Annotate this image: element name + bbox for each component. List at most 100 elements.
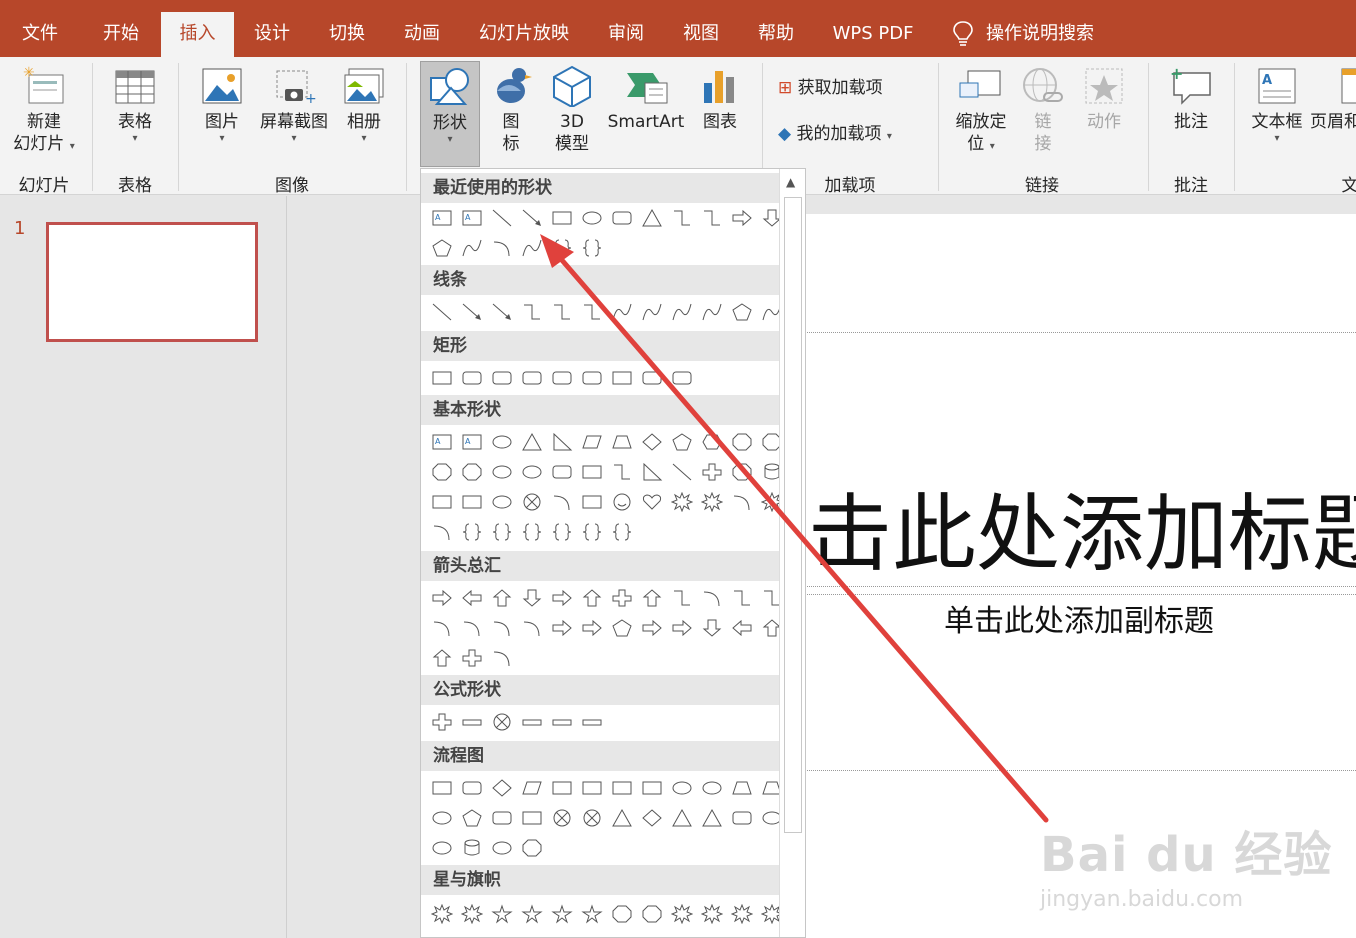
action-button[interactable]: 动作 [1076, 65, 1132, 133]
get-addins-button[interactable]: ⊞ 获取加载项 [778, 77, 928, 99]
shape-arc-icon[interactable] [461, 618, 483, 638]
shape-brace-icon[interactable] [551, 522, 573, 542]
shape-trap-icon[interactable] [611, 432, 633, 452]
shape-brace-icon[interactable] [491, 522, 513, 542]
shape-rarrow-icon[interactable] [551, 618, 573, 638]
shape-rrect-icon[interactable] [731, 808, 753, 828]
shape-rect-icon[interactable] [431, 368, 453, 388]
shape-oval-icon[interactable] [701, 778, 723, 798]
shape-elbow-icon[interactable] [581, 302, 603, 322]
shape-oct-icon[interactable] [641, 904, 663, 924]
shape-rarrow-icon[interactable] [431, 588, 453, 608]
shape-para-icon[interactable] [581, 432, 603, 452]
shape-rarrow-icon[interactable] [731, 208, 753, 228]
new-slide-button[interactable]: ✳ 新建 幻灯片 ▾ [6, 65, 82, 155]
tab-design[interactable]: 设计 [242, 12, 302, 57]
shape-plus-icon[interactable] [431, 712, 453, 732]
shape-arrowline-icon[interactable] [461, 302, 483, 322]
shape-arc-icon[interactable] [491, 618, 513, 638]
shape-pent-icon[interactable] [611, 618, 633, 638]
screenshot-button[interactable]: + 屏幕截图 ▾ [254, 65, 334, 145]
shape-rect-icon[interactable] [611, 778, 633, 798]
shape-textbox-icon[interactable]: A [431, 208, 453, 228]
shape-tri-icon[interactable] [671, 808, 693, 828]
shape-curve-icon[interactable] [671, 302, 693, 322]
shape-rect-icon[interactable] [581, 778, 603, 798]
shape-rrect-icon[interactable] [521, 368, 543, 388]
tab-transitions[interactable]: 切换 [316, 12, 378, 57]
shape-star5-icon[interactable] [491, 904, 513, 924]
shape-arc-icon[interactable] [491, 238, 513, 258]
shape-elbow-icon[interactable] [671, 208, 693, 228]
shape-oval-icon[interactable] [431, 838, 453, 858]
shape-oval-icon[interactable] [491, 462, 513, 482]
shape-rect-icon[interactable] [551, 208, 573, 228]
tab-view[interactable]: 视图 [670, 12, 732, 57]
shape-arrowline-icon[interactable] [521, 208, 543, 228]
shape-oval-icon[interactable] [491, 432, 513, 452]
shape-tri-icon[interactable] [641, 208, 663, 228]
shape-larrow-icon[interactable] [461, 588, 483, 608]
shape-brace-icon[interactable] [581, 522, 603, 542]
scrollbar-thumb[interactable] [784, 197, 802, 833]
shape-rect-icon[interactable] [521, 808, 543, 828]
my-addins-button[interactable]: ◆ 我的加载项 ▾ [778, 123, 928, 148]
shape-curve-icon[interactable] [701, 302, 723, 322]
shape-oval-icon[interactable] [521, 462, 543, 482]
shape-minus-icon[interactable] [581, 712, 603, 732]
shape-burst-icon[interactable] [731, 904, 753, 924]
shape-brace-icon[interactable] [611, 522, 633, 542]
slide-thumbnail[interactable] [46, 222, 258, 342]
shape-pent-icon[interactable] [431, 238, 453, 258]
shape-rrect-icon[interactable] [461, 368, 483, 388]
shape-plus-icon[interactable] [701, 462, 723, 482]
picture-button[interactable]: 图片 ▾ [192, 65, 252, 145]
shape-brace-icon[interactable] [551, 238, 573, 258]
shape-trap-icon[interactable] [731, 778, 753, 798]
shape-rect-icon[interactable] [641, 778, 663, 798]
shape-arc-icon[interactable] [521, 618, 543, 638]
shape-arc-icon[interactable] [431, 618, 453, 638]
shape-line-icon[interactable] [671, 462, 693, 482]
shape-circlex-icon[interactable] [551, 808, 573, 828]
shape-oct-icon[interactable] [431, 462, 453, 482]
shape-hex-icon[interactable] [701, 432, 723, 452]
header-footer-button[interactable]: 页眉和 [1310, 65, 1356, 133]
shape-curve-icon[interactable] [641, 302, 663, 322]
shape-arc-icon[interactable] [491, 648, 513, 668]
tab-help[interactable]: 帮助 [746, 12, 806, 57]
3d-models-button[interactable]: 3D 模型 [542, 65, 602, 155]
shape-star5-icon[interactable] [581, 904, 603, 924]
shape-rtri-icon[interactable] [551, 432, 573, 452]
shape-rect-icon[interactable] [611, 368, 633, 388]
shape-cyl-icon[interactable] [461, 838, 483, 858]
shape-elbow-icon[interactable] [701, 208, 723, 228]
shape-brace-icon[interactable] [461, 522, 483, 542]
shape-oct-icon[interactable] [461, 462, 483, 482]
shape-burst-icon[interactable] [431, 904, 453, 924]
shape-arc-icon[interactable] [431, 522, 453, 542]
shape-darrow-icon[interactable] [521, 588, 543, 608]
shape-elbow-icon[interactable] [551, 302, 573, 322]
shape-pent-icon[interactable] [731, 302, 753, 322]
shape-tri-icon[interactable] [701, 808, 723, 828]
shape-rrect-icon[interactable] [671, 368, 693, 388]
shape-diamond-icon[interactable] [491, 778, 513, 798]
shape-rect-icon[interactable] [551, 778, 573, 798]
zoom-button[interactable]: 缩放定 位 ▾ [950, 65, 1012, 158]
shape-oct-icon[interactable] [731, 432, 753, 452]
shape-brace-icon[interactable] [581, 238, 603, 258]
tab-review[interactable]: 审阅 [596, 12, 656, 57]
shape-oval-icon[interactable] [491, 492, 513, 512]
shape-uarrow-icon[interactable] [431, 648, 453, 668]
shape-arrowline-icon[interactable] [491, 302, 513, 322]
shape-elbow-icon[interactable] [731, 588, 753, 608]
shape-burst-icon[interactable] [701, 904, 723, 924]
smartart-button[interactable]: SmartArt [606, 65, 686, 133]
shape-curve-icon[interactable] [461, 238, 483, 258]
shape-star5-icon[interactable] [521, 904, 543, 924]
textbox-button[interactable]: A 文本框 ▾ [1246, 65, 1308, 145]
shape-rect-icon[interactable] [581, 462, 603, 482]
shape-rrect-icon[interactable] [641, 368, 663, 388]
tab-slideshow[interactable]: 幻灯片放映 [470, 12, 578, 57]
